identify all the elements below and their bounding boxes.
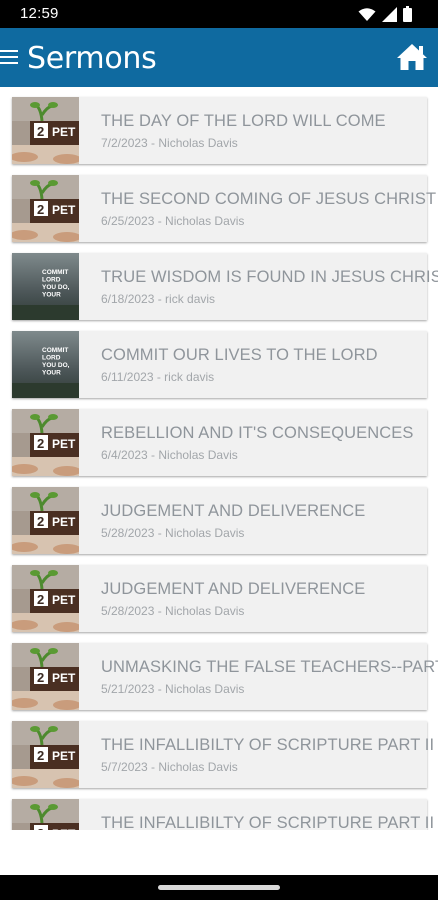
app-bar: Sermons: [0, 28, 438, 87]
sermon-meta: 5/7/2023 - Nicholas Davis: [101, 760, 238, 774]
thumbnail-letters: PET: [52, 125, 76, 139]
thumbnail-number: 2: [37, 514, 44, 529]
commit-series-icon: COMMITLORDYOU DO,YOUR: [12, 331, 79, 398]
home-gesture-handle[interactable]: [158, 885, 280, 890]
sermon-meta: 6/25/2023 - Nicholas Davis: [101, 214, 245, 228]
status-time: 12:59: [20, 5, 59, 22]
sermon-meta: 5/28/2023 - Nicholas Davis: [101, 604, 245, 618]
sermon-title: TRUE WISDOM IS FOUND IN JESUS CHRIST: [101, 268, 438, 286]
peter-series-icon: 2 PET: [12, 487, 79, 554]
sermon-meta: 5/28/2023 - Nicholas Davis: [101, 526, 245, 540]
sermon-card[interactable]: 2 PET THE DAY OF THE LORD WILL COME 7/2/202…: [12, 97, 427, 164]
sermon-card[interactable]: 2 PET REBELLION AND IT'S CONSEQUENCES 6/4/2…: [12, 409, 427, 476]
thumbnail-text: LORD: [42, 277, 61, 284]
sermon-thumbnail: 2 PET: [12, 409, 79, 476]
sermon-card[interactable]: 2 PET THE INFALLIBILTY OF SCRIPTURE PART I…: [12, 721, 435, 788]
navigation-bar: [0, 875, 438, 900]
thumbnail-text: YOU DO,: [42, 284, 70, 291]
sermon-meta: 6/18/2023 - rick davis: [101, 292, 216, 306]
battery-icon: [403, 6, 412, 22]
thumbnail-number: 2: [37, 670, 44, 685]
thumbnail-number: 2: [37, 826, 44, 830]
cellular-signal-icon: [382, 6, 397, 22]
thumbnail-text: YOUR: [42, 292, 61, 299]
peter-series-icon: 2 PET: [12, 97, 79, 164]
sermon-title: THE SECOND COMING OF JESUS CHRIST: [101, 190, 437, 208]
thumbnail-text: YOUR: [42, 370, 61, 377]
sermon-thumbnail: 2 PET: [12, 487, 79, 554]
peter-series-icon: 2 PET: [12, 175, 79, 242]
sermon-title: UNMASKING THE FALSE TEACHERS--PART II: [101, 658, 438, 676]
thumbnail-number: 2: [37, 202, 44, 217]
sermon-thumbnail: 2 PET: [12, 97, 79, 164]
sermon-meta: 6/4/2023 - Nicholas Davis: [101, 448, 238, 462]
sermon-text: THE SECOND COMING OF JESUS CHRIST 6/25/20…: [101, 190, 437, 228]
sermon-title: JUDGEMENT AND DELIVERENCE: [101, 580, 366, 598]
sermon-meta: 5/21/2023 - Nicholas Davis: [101, 682, 245, 696]
sermon-title: REBELLION AND IT'S CONSEQUENCES: [101, 424, 414, 442]
sermon-thumbnail: 2 PET: [12, 799, 79, 830]
thumbnail-text: COMMIT: [42, 269, 68, 276]
sermon-text: JUDGEMENT AND DELIVERENCE 5/28/2023 - Nic…: [101, 580, 421, 618]
sermon-text: TRUE WISDOM IS FOUND IN JESUS CHRIST 6/18…: [101, 268, 438, 306]
sermon-thumbnail: COMMIT LORD YOU DO, YOUR: [12, 253, 79, 320]
sermon-title: THE INFALLIBILTY OF SCRIPTURE PART II: [101, 814, 435, 830]
sermon-card[interactable]: 2 PET UNMASKING THE FALSE TEACHERS--PART I…: [12, 643, 438, 710]
sermon-text: THE DAY OF THE LORD WILL COME 7/2/2023 - …: [101, 112, 421, 150]
thumbnail-text: LORD: [42, 355, 61, 362]
sermon-text: REBELLION AND IT'S CONSEQUENCES 6/4/2023 …: [101, 424, 421, 462]
sermon-card[interactable]: 2 PET THE SECOND COMING OF JESUS CHRIST 6/2…: [12, 175, 437, 242]
sermon-title: THE DAY OF THE LORD WILL COME: [101, 112, 386, 130]
thumbnail-letters: PET: [52, 671, 76, 685]
sermon-text: UNMASKING THE FALSE TEACHERS--PART II 5/2…: [101, 658, 438, 696]
thumbnail-number: 2: [37, 592, 44, 607]
peter-series-icon: 2 PET: [12, 409, 79, 476]
status-icons: [358, 6, 412, 22]
peter-series-icon: 2 PET: [12, 799, 79, 830]
thumbnail-letters: PET: [52, 437, 76, 451]
sermon-thumbnail: 2 PET: [12, 565, 79, 632]
peter-series-icon: 2 PET: [12, 565, 79, 632]
thumbnail-number: 2: [37, 748, 44, 763]
thumbnail-number: 2: [37, 436, 44, 451]
sermon-text: JUDGEMENT AND DELIVERENCE 5/28/2023 - Nic…: [101, 502, 421, 540]
thumbnail-letters: PET: [52, 515, 76, 529]
sermon-title: COMMIT OUR LIVES TO THE LORD: [101, 346, 378, 364]
sermon-text: THE INFALLIBILTY OF SCRIPTURE PART II 5/7…: [101, 736, 435, 774]
sermon-title: JUDGEMENT AND DELIVERENCE: [101, 502, 366, 520]
sermon-thumbnail: COMMIT LORD YOU DO, YOUR: [12, 331, 79, 398]
wifi-icon: [358, 7, 376, 21]
thumbnail-letters: PET: [52, 749, 76, 763]
sermon-title: THE INFALLIBILTY OF SCRIPTURE PART II: [101, 736, 435, 754]
page-title: Sermons: [27, 41, 157, 76]
sermon-card[interactable]: 2 PET THE INFALLIBILTY OF SCRIPTURE PART I…: [12, 799, 435, 830]
home-icon[interactable]: [396, 42, 428, 72]
sermon-meta: 7/2/2023 - Nicholas Davis: [101, 136, 238, 150]
sermon-list[interactable]: 2 PET THE DAY OF THE LORD WILL COME 7/2/202…: [0, 87, 438, 830]
sermon-card[interactable]: COMMIT LORD YOU DO, YOUR TRUE WISDOM IS FOUN…: [12, 253, 438, 320]
thumbnail-letters: PET: [52, 593, 76, 607]
peter-series-icon: 2 PET: [12, 721, 79, 788]
sermon-meta: 6/11/2023 - rick davis: [101, 370, 215, 384]
menu-icon[interactable]: [0, 50, 18, 66]
thumbnail-letters: PET: [52, 203, 76, 217]
sermon-text: THE INFALLIBILTY OF SCRIPTURE PART II: [101, 814, 435, 830]
thumbnail-text: COMMIT: [42, 347, 68, 354]
commit-series-icon: COMMITLORDYOU DO,YOUR: [12, 253, 79, 320]
thumbnail-text: YOU DO,: [42, 362, 70, 369]
sermon-thumbnail: 2 PET: [12, 721, 79, 788]
sermon-thumbnail: 2 PET: [12, 643, 79, 710]
thumbnail-letters: PET: [52, 827, 76, 830]
sermon-thumbnail: 2 PET: [12, 175, 79, 242]
thumbnail-number: 2: [37, 124, 44, 139]
sermon-card[interactable]: 2 PET JUDGEMENT AND DELIVERENCE 5/28/2023 -…: [12, 565, 427, 632]
sermon-card[interactable]: COMMIT LORD YOU DO, YOUR COMMIT OUR LIVES TO…: [12, 331, 427, 398]
sermon-text: COMMIT OUR LIVES TO THE LORD 6/11/2023 - …: [101, 346, 421, 384]
sermon-card[interactable]: 2 PET JUDGEMENT AND DELIVERENCE 5/28/2023 -…: [12, 487, 427, 554]
status-bar: 12:59: [0, 0, 438, 28]
peter-series-icon: 2 PET: [12, 643, 79, 710]
